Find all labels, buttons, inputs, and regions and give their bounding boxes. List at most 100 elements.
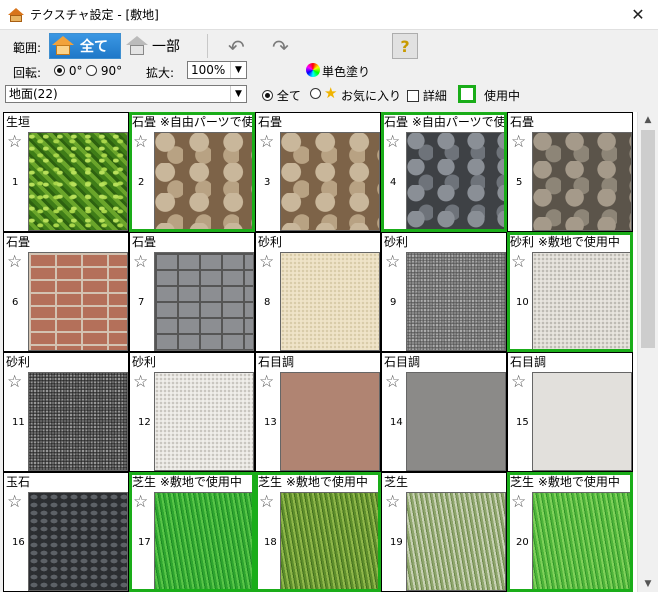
- texture-swatch[interactable]: [154, 132, 252, 229]
- zoom-label: 拡大:: [146, 66, 175, 80]
- texture-cell[interactable]: 砂利 ☆ 11: [3, 352, 129, 472]
- star-icon[interactable]: ☆: [7, 493, 22, 511]
- texture-swatch[interactable]: [532, 252, 630, 349]
- star-icon[interactable]: ☆: [511, 133, 526, 151]
- star-icon[interactable]: ☆: [259, 493, 274, 511]
- texture-swatch[interactable]: [28, 132, 128, 231]
- texture-number: 8: [264, 297, 271, 308]
- range-label: 範囲:: [13, 41, 42, 55]
- texture-swatch[interactable]: [154, 372, 254, 471]
- star-icon[interactable]: ☆: [7, 373, 22, 391]
- star-icon[interactable]: ☆: [259, 373, 274, 391]
- star-icon[interactable]: ☆: [385, 493, 400, 511]
- texture-cell[interactable]: 芝生 ※敷地で使用中 ☆ 17: [129, 472, 255, 592]
- star-icon[interactable]: ☆: [259, 133, 274, 151]
- texture-swatch[interactable]: [532, 492, 630, 589]
- filter-all-radio[interactable]: 全て: [262, 87, 301, 104]
- texture-cell[interactable]: 石畳 ☆ 3: [255, 112, 381, 232]
- texture-swatch[interactable]: [28, 252, 128, 351]
- filter-favorites-radio[interactable]: [310, 87, 321, 101]
- texture-number: 7: [138, 297, 145, 308]
- scroll-thumb[interactable]: [641, 130, 655, 348]
- star-icon[interactable]: ☆: [511, 493, 526, 511]
- texture-cell[interactable]: 砂利 ☆ 9: [381, 232, 507, 352]
- color-wheel-icon[interactable]: [306, 63, 320, 77]
- star-icon[interactable]: ☆: [133, 253, 148, 271]
- star-icon[interactable]: ☆: [511, 253, 526, 271]
- texture-cell[interactable]: 芝生 ※敷地で使用中 ☆ 18: [255, 472, 381, 592]
- toolbar: 範囲: 全て 一部 ↶ ↷ ? 回転: 0° 90° 拡大: 100% ▼ 単色…: [0, 30, 658, 82]
- scroll-down-icon[interactable]: ▼: [638, 576, 658, 592]
- texture-swatch[interactable]: [280, 132, 380, 231]
- star-icon[interactable]: ☆: [385, 253, 400, 271]
- star-icon[interactable]: ☆: [133, 133, 148, 151]
- texture-number: 20: [516, 537, 529, 548]
- texture-swatch[interactable]: [28, 492, 128, 591]
- texture-cell[interactable]: 石目調 ☆ 13: [255, 352, 381, 472]
- texture-swatch[interactable]: [280, 252, 380, 351]
- help-icon: ?: [400, 36, 410, 56]
- texture-swatch[interactable]: [532, 132, 632, 231]
- filter-bar: 地面(22) ▼ 全て ★ お気に入り 詳細 使用中: [0, 84, 658, 106]
- texture-cell[interactable]: 石畳 ※自由パーツで使 ☆ 4: [381, 112, 507, 232]
- texture-swatch[interactable]: [532, 372, 632, 471]
- texture-name: 石目調: [384, 355, 421, 369]
- texture-name: 石畳 ※自由パーツで使: [384, 115, 506, 129]
- rotation-0-radio[interactable]: 0°: [54, 64, 82, 78]
- texture-number: 14: [390, 417, 403, 428]
- texture-cell[interactable]: 砂利 ※敷地で使用中 ☆ 10: [507, 232, 633, 352]
- texture-number: 13: [264, 417, 277, 428]
- texture-swatch[interactable]: [406, 492, 506, 591]
- vertical-scrollbar[interactable]: ▲ ▼: [637, 112, 657, 592]
- texture-number: 11: [12, 417, 25, 428]
- star-icon[interactable]: ☆: [7, 253, 22, 271]
- rotation-0-label: 0°: [68, 64, 83, 78]
- texture-number: 16: [12, 537, 25, 548]
- in-use-legend-box: [458, 85, 476, 103]
- star-icon[interactable]: ☆: [7, 133, 22, 151]
- texture-cell[interactable]: 玉石 ☆ 16: [3, 472, 129, 592]
- texture-cell[interactable]: 石畳 ☆ 6: [3, 232, 129, 352]
- range-all-button[interactable]: 全て: [49, 33, 121, 59]
- texture-cell[interactable]: 石畳 ☆ 7: [129, 232, 255, 352]
- star-icon[interactable]: ☆: [385, 133, 400, 151]
- close-icon[interactable]: ✕: [628, 5, 648, 24]
- help-button[interactable]: ?: [392, 33, 418, 59]
- texture-number: 9: [390, 297, 397, 308]
- texture-cell[interactable]: 石畳 ☆ 5: [507, 112, 633, 232]
- texture-cell[interactable]: 石畳 ※自由パーツで使 ☆ 2: [129, 112, 255, 232]
- texture-swatch[interactable]: [154, 252, 254, 351]
- texture-cell[interactable]: 砂利 ☆ 8: [255, 232, 381, 352]
- detail-checkbox[interactable]: 詳細: [407, 87, 447, 104]
- range-part-button[interactable]: 一部: [124, 33, 190, 59]
- toolbar-separator: [207, 34, 208, 58]
- star-icon[interactable]: ☆: [259, 253, 274, 271]
- texture-cell[interactable]: 生垣 ☆ 1: [3, 112, 129, 232]
- texture-swatch[interactable]: [406, 132, 504, 229]
- texture-swatch[interactable]: [280, 492, 378, 589]
- star-icon[interactable]: ☆: [385, 373, 400, 391]
- detail-label: 詳細: [422, 89, 447, 103]
- texture-cell[interactable]: 芝生 ※敷地で使用中 ☆ 20: [507, 472, 633, 592]
- undo-icon[interactable]: ↶: [228, 35, 245, 59]
- star-icon[interactable]: ☆: [133, 373, 148, 391]
- texture-cell[interactable]: 砂利 ☆ 12: [129, 352, 255, 472]
- solid-color-button[interactable]: 単色塗り: [322, 63, 370, 80]
- scroll-up-icon[interactable]: ▲: [638, 112, 658, 128]
- texture-name: 砂利: [132, 355, 157, 369]
- zoom-select[interactable]: 100% ▼: [187, 61, 247, 79]
- texture-cell[interactable]: 石目調 ☆ 15: [507, 352, 633, 472]
- star-icon[interactable]: ☆: [511, 373, 526, 391]
- category-select[interactable]: 地面(22) ▼: [5, 85, 247, 103]
- redo-icon[interactable]: ↷: [272, 35, 289, 59]
- texture-cell[interactable]: 石目調 ☆ 14: [381, 352, 507, 472]
- texture-swatch[interactable]: [406, 252, 506, 351]
- rotation-90-radio[interactable]: 90°: [86, 64, 122, 78]
- texture-cell[interactable]: 芝生 ☆ 19: [381, 472, 507, 592]
- texture-swatch[interactable]: [154, 492, 252, 589]
- star-icon[interactable]: ☆: [133, 493, 148, 511]
- texture-swatch[interactable]: [28, 372, 128, 471]
- texture-name: 砂利 ※敷地で使用中: [510, 235, 620, 249]
- texture-swatch[interactable]: [280, 372, 380, 471]
- texture-swatch[interactable]: [406, 372, 506, 471]
